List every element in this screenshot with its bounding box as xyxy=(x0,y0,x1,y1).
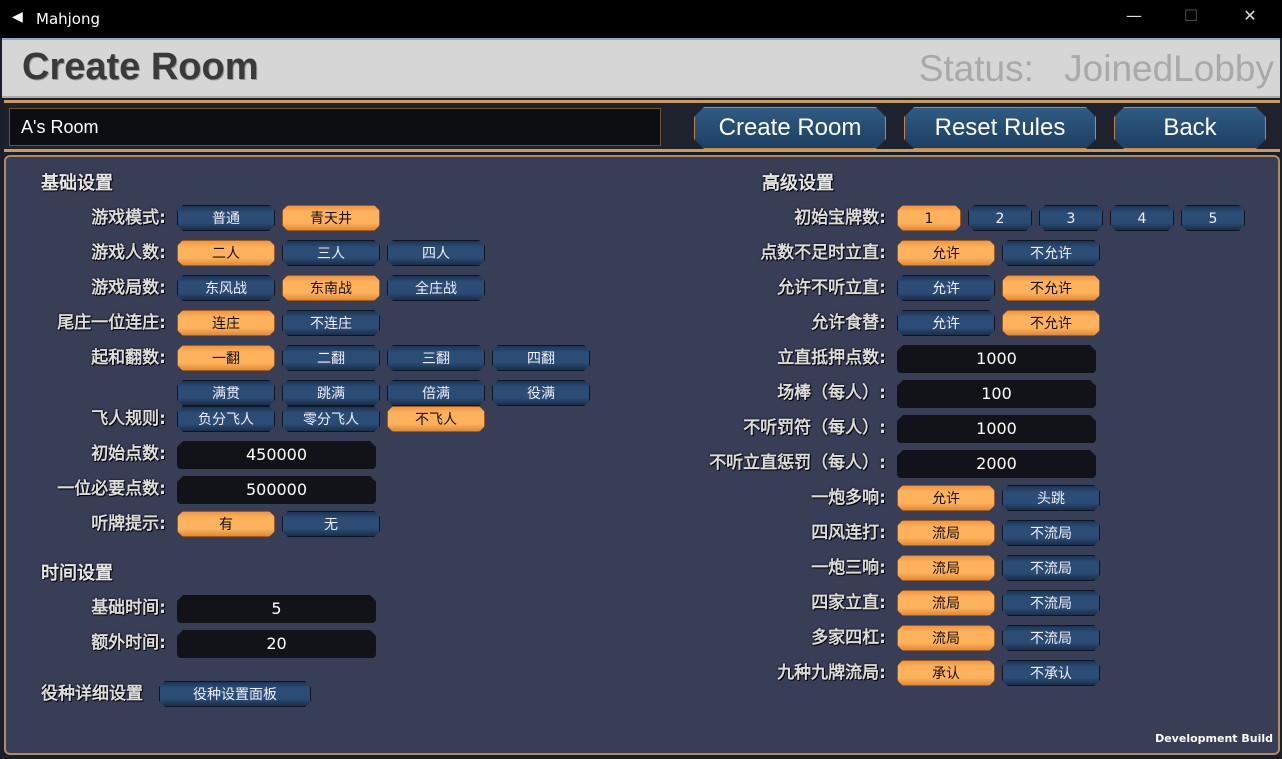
setting-row: 一炮三响: 流局 不流局 xyxy=(6,555,1282,590)
value-input[interactable]: 100 xyxy=(897,380,1096,408)
advanced-settings: 初始宝牌数: 1 2 3 4 5 点数不足时立直: 允许 不允许 允许不听立直: 允许 不允许 允许食替… xyxy=(6,205,1282,695)
setting-label: 四风连打: xyxy=(811,523,886,543)
option-button[interactable]: 头跳 xyxy=(1002,485,1100,511)
setting-label: 一炮三响: xyxy=(811,558,886,578)
option-button[interactable]: 不流局 xyxy=(1002,590,1100,616)
option-button[interactable]: 流局 xyxy=(897,520,995,546)
setting-label: 不听立直惩罚（每人）: xyxy=(709,453,886,473)
setting-label: 一炮多响: xyxy=(811,488,886,508)
option-button[interactable]: 不承认 xyxy=(1002,660,1100,686)
setting-row: 多家四杠: 流局 不流局 xyxy=(6,625,1282,660)
value-input[interactable]: 1000 xyxy=(897,345,1096,373)
option-button[interactable]: 允许 xyxy=(897,275,995,301)
window-titlebar: ◀ Mahjong — ☐ ✕ xyxy=(0,0,1282,38)
option-button[interactable]: 允许 xyxy=(897,310,995,336)
option-button[interactable]: 4 xyxy=(1110,205,1174,231)
option-button[interactable]: 3 xyxy=(1039,205,1103,231)
basic-settings-title: 基础设置 xyxy=(41,173,113,194)
room-name-input[interactable] xyxy=(9,108,661,146)
setting-label: 点数不足时立直: xyxy=(760,243,886,263)
close-button[interactable]: ✕ xyxy=(1227,6,1273,25)
setting-label: 九种九牌流局: xyxy=(777,663,886,683)
setting-label: 允许食替: xyxy=(811,313,886,333)
development-build-label: Development Build xyxy=(1155,732,1273,745)
option-button[interactable]: 不流局 xyxy=(1002,625,1100,651)
connection-status: Status: JoinedLobby xyxy=(918,48,1274,89)
maximize-button[interactable]: ☐ xyxy=(1168,6,1214,25)
setting-label: 场棒（每人）: xyxy=(777,383,886,403)
reset-rules-button[interactable]: Reset Rules xyxy=(904,107,1096,149)
unity-logo-icon: ◀ xyxy=(12,9,23,25)
value-input[interactable]: 2000 xyxy=(897,450,1096,478)
setting-row: 不听立直惩罚（每人）: 2000 xyxy=(6,450,1282,485)
option-button[interactable]: 2 xyxy=(968,205,1032,231)
setting-row: 立直抵押点数: 1000 xyxy=(6,345,1282,380)
setting-label: 多家四杠: xyxy=(811,628,886,648)
option-group: 允许 头跳 xyxy=(897,485,1282,511)
setting-row: 允许不听立直: 允许 不允许 xyxy=(6,275,1282,310)
setting-label: 立直抵押点数: xyxy=(777,348,886,368)
page-title: Create Room xyxy=(22,46,259,88)
setting-row: 初始宝牌数: 1 2 3 4 5 xyxy=(6,205,1282,240)
option-button[interactable]: 不允许 xyxy=(1002,240,1100,266)
option-group: 流局 不流局 xyxy=(897,590,1282,616)
option-button[interactable]: 1 xyxy=(897,205,961,231)
option-group: 允许 不允许 xyxy=(897,240,1282,266)
option-button[interactable]: 不允许 xyxy=(1002,310,1100,336)
settings-panel: 基础设置 游戏模式: 普通 青天井 游戏人数: 二人 三人 四人 游戏局数: 东风战 东南战 全庄战… xyxy=(4,155,1280,755)
setting-label: 允许不听立直: xyxy=(777,278,886,298)
back-button[interactable]: Back xyxy=(1114,107,1266,149)
option-group: 流局 不流局 xyxy=(897,520,1282,546)
option-group: 12345 xyxy=(897,205,1257,231)
option-button[interactable]: 允许 xyxy=(897,240,995,266)
option-button[interactable]: 流局 xyxy=(897,555,995,581)
option-group: 允许 不允许 xyxy=(897,310,1282,336)
option-group: 承认 不承认 xyxy=(897,660,1282,686)
window-title: Mahjong xyxy=(36,10,101,28)
option-button[interactable]: 允许 xyxy=(897,485,995,511)
create-room-button[interactable]: Create Room xyxy=(694,107,886,149)
option-button[interactable]: 流局 xyxy=(897,625,995,651)
option-button[interactable]: 流局 xyxy=(897,590,995,616)
setting-row: 不听罚符（每人）: 1000 xyxy=(6,415,1282,450)
minimize-button[interactable]: — xyxy=(1111,6,1157,25)
setting-row: 四风连打: 流局 不流局 xyxy=(6,520,1282,555)
setting-row: 点数不足时立直: 允许 不允许 xyxy=(6,240,1282,275)
advanced-settings-title: 高级设置 xyxy=(762,173,834,194)
option-button[interactable]: 承认 xyxy=(897,660,995,686)
setting-row: 允许食替: 允许 不允许 xyxy=(6,310,1282,345)
page-header: Create Room Status: JoinedLobby xyxy=(2,38,1280,98)
option-button[interactable]: 不流局 xyxy=(1002,555,1100,581)
value-input[interactable]: 1000 xyxy=(897,415,1096,443)
setting-row: 九种九牌流局: 承认 不承认 xyxy=(6,660,1282,695)
option-button[interactable]: 不允许 xyxy=(1002,275,1100,301)
option-button[interactable]: 不流局 xyxy=(1002,520,1100,546)
setting-row: 一炮多响: 允许 头跳 xyxy=(6,485,1282,520)
option-group: 允许 不允许 xyxy=(897,275,1282,301)
setting-label: 初始宝牌数: xyxy=(794,208,886,228)
setting-label: 不听罚符（每人）: xyxy=(743,418,886,438)
setting-label: 四家立直: xyxy=(811,593,886,613)
option-group: 流局 不流局 xyxy=(897,625,1282,651)
setting-row: 场棒（每人）: 100 xyxy=(6,380,1282,415)
room-toolbar: Create Room Reset Rules Back xyxy=(4,100,1280,152)
option-button[interactable]: 5 xyxy=(1181,205,1245,231)
option-group: 流局 不流局 xyxy=(897,555,1282,581)
setting-row: 四家立直: 流局 不流局 xyxy=(6,590,1282,625)
